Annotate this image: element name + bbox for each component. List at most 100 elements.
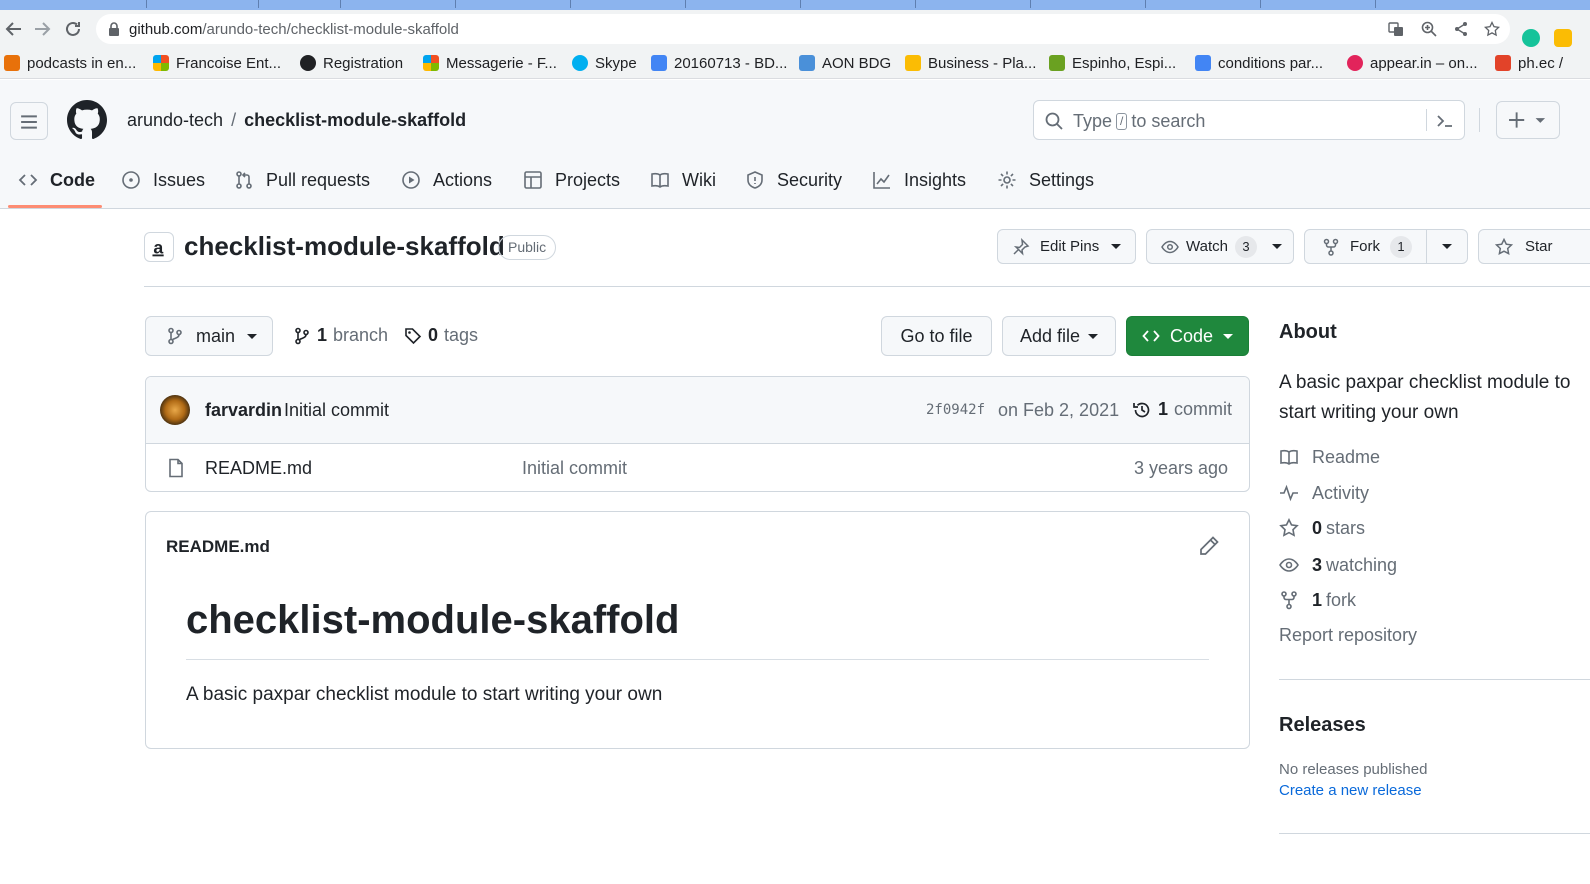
bookmark-item[interactable]: Business - Pla... — [905, 54, 1036, 72]
star-button[interactable]: Star — [1478, 229, 1590, 264]
grammarly-extension-icon[interactable] — [1522, 29, 1540, 47]
zoom-icon[interactable] — [1421, 21, 1437, 37]
repo-owner-avatar[interactable]: a — [144, 232, 174, 262]
tab-code[interactable]: Code — [18, 168, 95, 192]
code-download-button[interactable]: Code — [1126, 316, 1249, 356]
docs-favicon-icon — [1195, 55, 1211, 71]
sidebar-item-readme[interactable]: Readme — [1279, 446, 1380, 468]
command-palette-icon[interactable] — [1435, 111, 1455, 131]
add-file-button[interactable]: Add file — [1002, 316, 1116, 356]
bookmark-item[interactable]: ph.ec / — [1495, 54, 1563, 72]
bookmark-item[interactable]: 20160713 - BD... — [651, 54, 787, 72]
tags-link[interactable]: 0 tags — [404, 325, 478, 346]
commit-author-link[interactable]: farvardin — [205, 400, 282, 421]
report-repository-link[interactable]: Report repository — [1279, 625, 1417, 646]
tab-issues[interactable]: Issues — [121, 168, 205, 192]
tab-pull-requests[interactable]: Pull requests — [234, 168, 370, 192]
file-commit-message-link[interactable]: Initial commit — [522, 458, 627, 479]
sidebar-item-activity[interactable]: Activity — [1279, 482, 1369, 504]
hamburger-icon — [21, 115, 37, 129]
commit-sha-link[interactable]: 2f0942f — [926, 402, 985, 418]
tab-settings[interactable]: Settings — [997, 168, 1094, 192]
sidebar-item-label: 3 watching — [1312, 555, 1397, 576]
bookmark-item[interactable]: conditions par... — [1195, 54, 1323, 72]
repo-header-divider — [144, 286, 1590, 287]
bookmark-item[interactable]: Messagerie - F... — [423, 54, 557, 72]
commit-message-link[interactable]: Initial commit — [284, 400, 389, 421]
tab-wiki[interactable]: Wiki — [650, 168, 716, 192]
repo-link[interactable]: checklist-module-skaffold — [244, 110, 466, 130]
code-icon — [1142, 330, 1160, 342]
reload-icon[interactable] — [63, 19, 83, 39]
github-logo-icon[interactable] — [67, 100, 107, 140]
repo-forked-icon — [1281, 591, 1297, 610]
search-placeholder: Type / to search — [1073, 111, 1205, 132]
bookmark-item[interactable]: Skype — [572, 54, 637, 72]
sidebar-item-label: 1 fork — [1312, 590, 1356, 611]
star-label: Star — [1525, 238, 1553, 255]
go-to-file-button[interactable]: Go to file — [881, 316, 992, 356]
owner-link[interactable]: arundo-tech — [127, 110, 223, 130]
visibility-badge: Public — [498, 235, 557, 260]
branch-name: main — [196, 325, 236, 346]
share-icon[interactable] — [1453, 21, 1469, 37]
edit-pins-button[interactable]: Edit Pins — [997, 229, 1136, 264]
bookmark-item[interactable]: podcasts in en... — [4, 54, 136, 72]
about-heading: About — [1279, 321, 1337, 343]
releases-heading[interactable]: Releases — [1279, 714, 1366, 737]
tab-projects[interactable]: Projects — [523, 168, 620, 192]
sidebar-item-forks[interactable]: 1 fork — [1279, 589, 1356, 611]
bookmark-star-icon[interactable] — [1484, 21, 1500, 37]
extension-icon[interactable] — [1554, 29, 1572, 47]
bookmark-item[interactable]: Francoise Ent... — [153, 54, 281, 72]
pencil-icon[interactable] — [1198, 535, 1220, 557]
sidebar-item-watching[interactable]: 3 watching — [1279, 554, 1397, 576]
readme-filename-link[interactable]: README.md — [166, 537, 270, 557]
fork-button[interactable]: Fork 1 — [1304, 229, 1427, 264]
microsoft-favicon-icon — [153, 55, 169, 71]
sidebar-item-label: 0 stars — [1312, 518, 1365, 539]
tab-actions[interactable]: Actions — [401, 168, 492, 192]
url-host: github.com — [129, 21, 203, 38]
file-name-link[interactable]: README.md — [205, 458, 312, 479]
back-arrow-icon[interactable] — [4, 19, 24, 39]
branch-select-button[interactable]: main — [145, 316, 273, 356]
tab-security[interactable]: Security — [745, 168, 842, 192]
tab-separator — [800, 0, 801, 8]
sidebar-item-stars[interactable]: 0 stars — [1279, 517, 1365, 539]
global-menu-button[interactable] — [10, 102, 48, 140]
no-releases-text: No releases published — [1279, 761, 1428, 778]
tab-insights[interactable]: Insights — [872, 168, 966, 192]
chevron-down-icon — [1223, 333, 1234, 339]
sidebar-item-label: Readme — [1312, 446, 1381, 467]
commit-history-link[interactable]: 1 commit — [1132, 399, 1232, 420]
readme-heading-divider — [186, 659, 1209, 660]
bookmark-item[interactable]: Registration — [300, 54, 403, 72]
bookmark-item[interactable]: Espinho, Espi... — [1049, 54, 1176, 72]
forward-arrow-icon[interactable] — [32, 19, 52, 39]
address-bar[interactable]: github.com/arundo-tech/checklist-module-… — [96, 14, 1510, 44]
bookmark-item[interactable]: appear.in – on... — [1347, 54, 1478, 72]
star-icon — [1279, 518, 1299, 537]
bookmark-item[interactable]: AON BDG — [799, 54, 891, 72]
commit-count-number: 1 — [1158, 399, 1169, 419]
table-row[interactable]: README.md Initial commit 3 years ago — [146, 444, 1249, 491]
slides-favicon-icon — [905, 55, 921, 71]
tab-wiki-label: Wiki — [682, 169, 716, 190]
stars-count: 0 — [1312, 517, 1323, 538]
avatar[interactable] — [160, 395, 190, 425]
translate-icon[interactable] — [1388, 21, 1404, 37]
fork-counter: 1 — [1390, 235, 1412, 258]
branches-link[interactable]: 1 branch — [293, 325, 388, 346]
search-divider — [1426, 109, 1427, 131]
search-icon — [1045, 112, 1063, 130]
fork-options-button[interactable] — [1426, 229, 1468, 264]
readme-panel: README.md checklist-module-skaffold A ba… — [145, 511, 1250, 749]
repo-breadcrumb: arundo-tech / checklist-module-skaffold — [127, 110, 466, 131]
search-input[interactable]: Type / to search — [1033, 100, 1465, 140]
repo-title[interactable]: checklist-module-skaffold — [184, 231, 505, 262]
create-new-button[interactable] — [1496, 101, 1560, 139]
watch-button[interactable]: Watch 3 — [1146, 229, 1294, 264]
tab-separator — [1030, 0, 1031, 8]
create-release-link[interactable]: Create a new release — [1279, 782, 1422, 799]
